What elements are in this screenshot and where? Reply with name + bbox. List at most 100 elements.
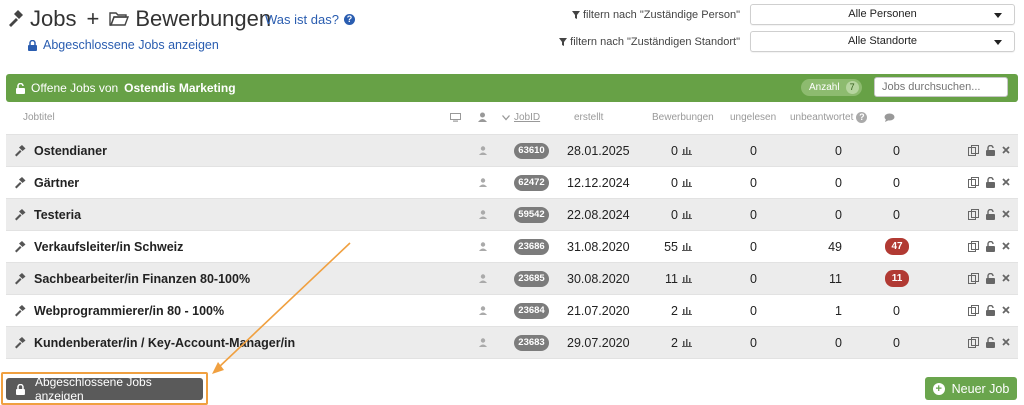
- hammer-icon: [15, 305, 26, 317]
- page-title: Jobs + Bewerbungen: [6, 6, 271, 32]
- copy-icon[interactable]: [968, 305, 979, 316]
- bar-chart-icon[interactable]: [682, 274, 692, 283]
- job-created: 31.08.2020: [567, 240, 630, 254]
- filter-icon: [559, 38, 568, 46]
- job-title[interactable]: Sachbearbeiter/in Finanzen 80-100%: [34, 272, 250, 286]
- person-icon: [479, 242, 487, 251]
- job-messages: 0: [893, 176, 900, 190]
- bar-chart-icon[interactable]: [682, 146, 692, 155]
- table-row[interactable]: Ostendianer 63610 28.01.2025 0 0 0 0: [6, 134, 1018, 166]
- lock-open-icon: [16, 82, 25, 94]
- lock-open-icon[interactable]: [986, 337, 995, 348]
- job-unanswered: 49: [828, 240, 842, 254]
- bar-chart-icon[interactable]: [682, 338, 692, 347]
- job-applications[interactable]: 2: [648, 304, 678, 318]
- filter-location-label: filtern nach "Zuständigen Standort": [540, 36, 740, 48]
- job-applications[interactable]: 11: [648, 272, 678, 286]
- job-applications[interactable]: 0: [648, 144, 678, 158]
- filter-icon: [571, 11, 580, 19]
- title-applications: Bewerbungen: [135, 6, 272, 31]
- job-applications[interactable]: 55: [648, 240, 678, 254]
- copy-icon[interactable]: [968, 337, 979, 348]
- lock-open-icon[interactable]: [986, 273, 995, 284]
- close-icon[interactable]: [1002, 210, 1010, 218]
- table-row[interactable]: Sachbearbeiter/in Finanzen 80-100% 23685 3…: [6, 262, 1018, 294]
- new-job-button[interactable]: + Neuer Job: [925, 377, 1017, 400]
- close-icon[interactable]: [1002, 146, 1010, 154]
- show-closed-jobs-label[interactable]: Abgeschlossene Jobs anzeigen: [43, 38, 219, 52]
- job-unanswered: 11: [829, 272, 842, 286]
- col-jobtitle[interactable]: Jobtitel: [23, 112, 55, 123]
- question-icon[interactable]: ?: [856, 112, 868, 123]
- lock-open-icon[interactable]: [986, 241, 995, 252]
- copy-icon[interactable]: [968, 241, 979, 252]
- job-id-badge: 23683: [514, 335, 549, 351]
- folder-open-icon: [109, 12, 130, 26]
- close-icon[interactable]: [1002, 306, 1010, 314]
- job-title[interactable]: Kundenberater/in / Key-Account-Manager/i…: [34, 336, 295, 350]
- lock-open-icon[interactable]: [986, 145, 995, 156]
- hammer-icon: [15, 337, 26, 349]
- show-closed-jobs-link[interactable]: Abgeschlossene Jobs anzeigen: [28, 38, 219, 52]
- caret-down-icon: [994, 13, 1002, 18]
- job-title[interactable]: Webprogrammierer/in 80 - 100%: [34, 304, 224, 318]
- job-count: 7: [845, 81, 859, 94]
- col-created[interactable]: erstellt: [574, 112, 603, 123]
- copy-icon[interactable]: [968, 209, 979, 220]
- job-applications[interactable]: 0: [648, 176, 678, 190]
- bar-chart-icon[interactable]: [682, 178, 692, 187]
- table-bottom-divider: [6, 358, 1018, 359]
- job-unanswered: 1: [835, 304, 842, 318]
- help-link[interactable]: Was ist das? ?: [265, 12, 355, 27]
- table-row[interactable]: Webprogrammierer/in 80 - 100% 23684 21.07.…: [6, 294, 1018, 326]
- job-applications[interactable]: 2: [648, 336, 678, 350]
- table-row[interactable]: Gärtner 62472 12.12.2024 0 0 0 0: [6, 166, 1018, 198]
- job-title[interactable]: Testeria: [34, 208, 81, 222]
- table-row[interactable]: Testeria 59542 22.08.2024 0 0 0 0: [6, 198, 1018, 230]
- job-id-badge: 62472: [514, 175, 549, 191]
- help-link-label[interactable]: Was ist das?: [265, 12, 339, 27]
- bar-chart-icon[interactable]: [682, 242, 692, 251]
- job-title[interactable]: Gärtner: [34, 176, 79, 190]
- messages-alert-badge[interactable]: 11: [885, 270, 909, 287]
- person-icon: [479, 178, 487, 187]
- job-applications[interactable]: 0: [648, 208, 678, 222]
- person-icon: [479, 274, 487, 283]
- job-unread: 0: [750, 336, 757, 350]
- col-jobid[interactable]: JobID: [502, 112, 540, 123]
- person-select[interactable]: Alle Personen: [750, 4, 1015, 25]
- job-messages: 0: [893, 208, 900, 222]
- filter-person-label: filtern nach "Zuständige Person": [540, 9, 740, 21]
- lock-open-icon[interactable]: [986, 177, 995, 188]
- location-select[interactable]: Alle Standorte: [750, 31, 1015, 52]
- bar-chart-icon[interactable]: [682, 306, 692, 315]
- title-jobs: Jobs: [30, 6, 77, 31]
- hammer-icon: [15, 241, 26, 253]
- job-search-input[interactable]: [874, 77, 1008, 97]
- lock-open-icon[interactable]: [986, 209, 995, 220]
- messages-alert-badge[interactable]: 47: [885, 238, 909, 255]
- bar-chart-icon[interactable]: [682, 210, 692, 219]
- lock-icon: [28, 39, 37, 51]
- col-unread[interactable]: ungelesen: [730, 112, 776, 123]
- copy-icon[interactable]: [968, 273, 979, 284]
- lock-open-icon[interactable]: [986, 305, 995, 316]
- job-title[interactable]: Ostendianer: [34, 144, 107, 158]
- col-unanswered[interactable]: unbeantwortet ?: [790, 112, 868, 123]
- col-applications[interactable]: Bewerbungen: [652, 112, 714, 123]
- person-icon: [479, 338, 487, 347]
- copy-icon[interactable]: [968, 145, 979, 156]
- close-icon[interactable]: [1002, 338, 1010, 346]
- table-row[interactable]: Kundenberater/in / Key-Account-Manager/i…: [6, 326, 1018, 358]
- copy-icon[interactable]: [968, 177, 979, 188]
- question-icon[interactable]: ?: [343, 14, 355, 25]
- job-unanswered: 0: [835, 176, 842, 190]
- close-icon[interactable]: [1002, 242, 1010, 250]
- close-icon[interactable]: [1002, 274, 1010, 282]
- table-row[interactable]: Verkaufsleiter/in Schweiz 23686 31.08.2020…: [6, 230, 1018, 262]
- job-title[interactable]: Verkaufsleiter/in Schweiz: [34, 240, 183, 254]
- hammer-icon: [15, 177, 26, 189]
- job-messages: 0: [893, 144, 900, 158]
- close-icon[interactable]: [1002, 178, 1010, 186]
- new-job-label[interactable]: Neuer Job: [952, 382, 1010, 396]
